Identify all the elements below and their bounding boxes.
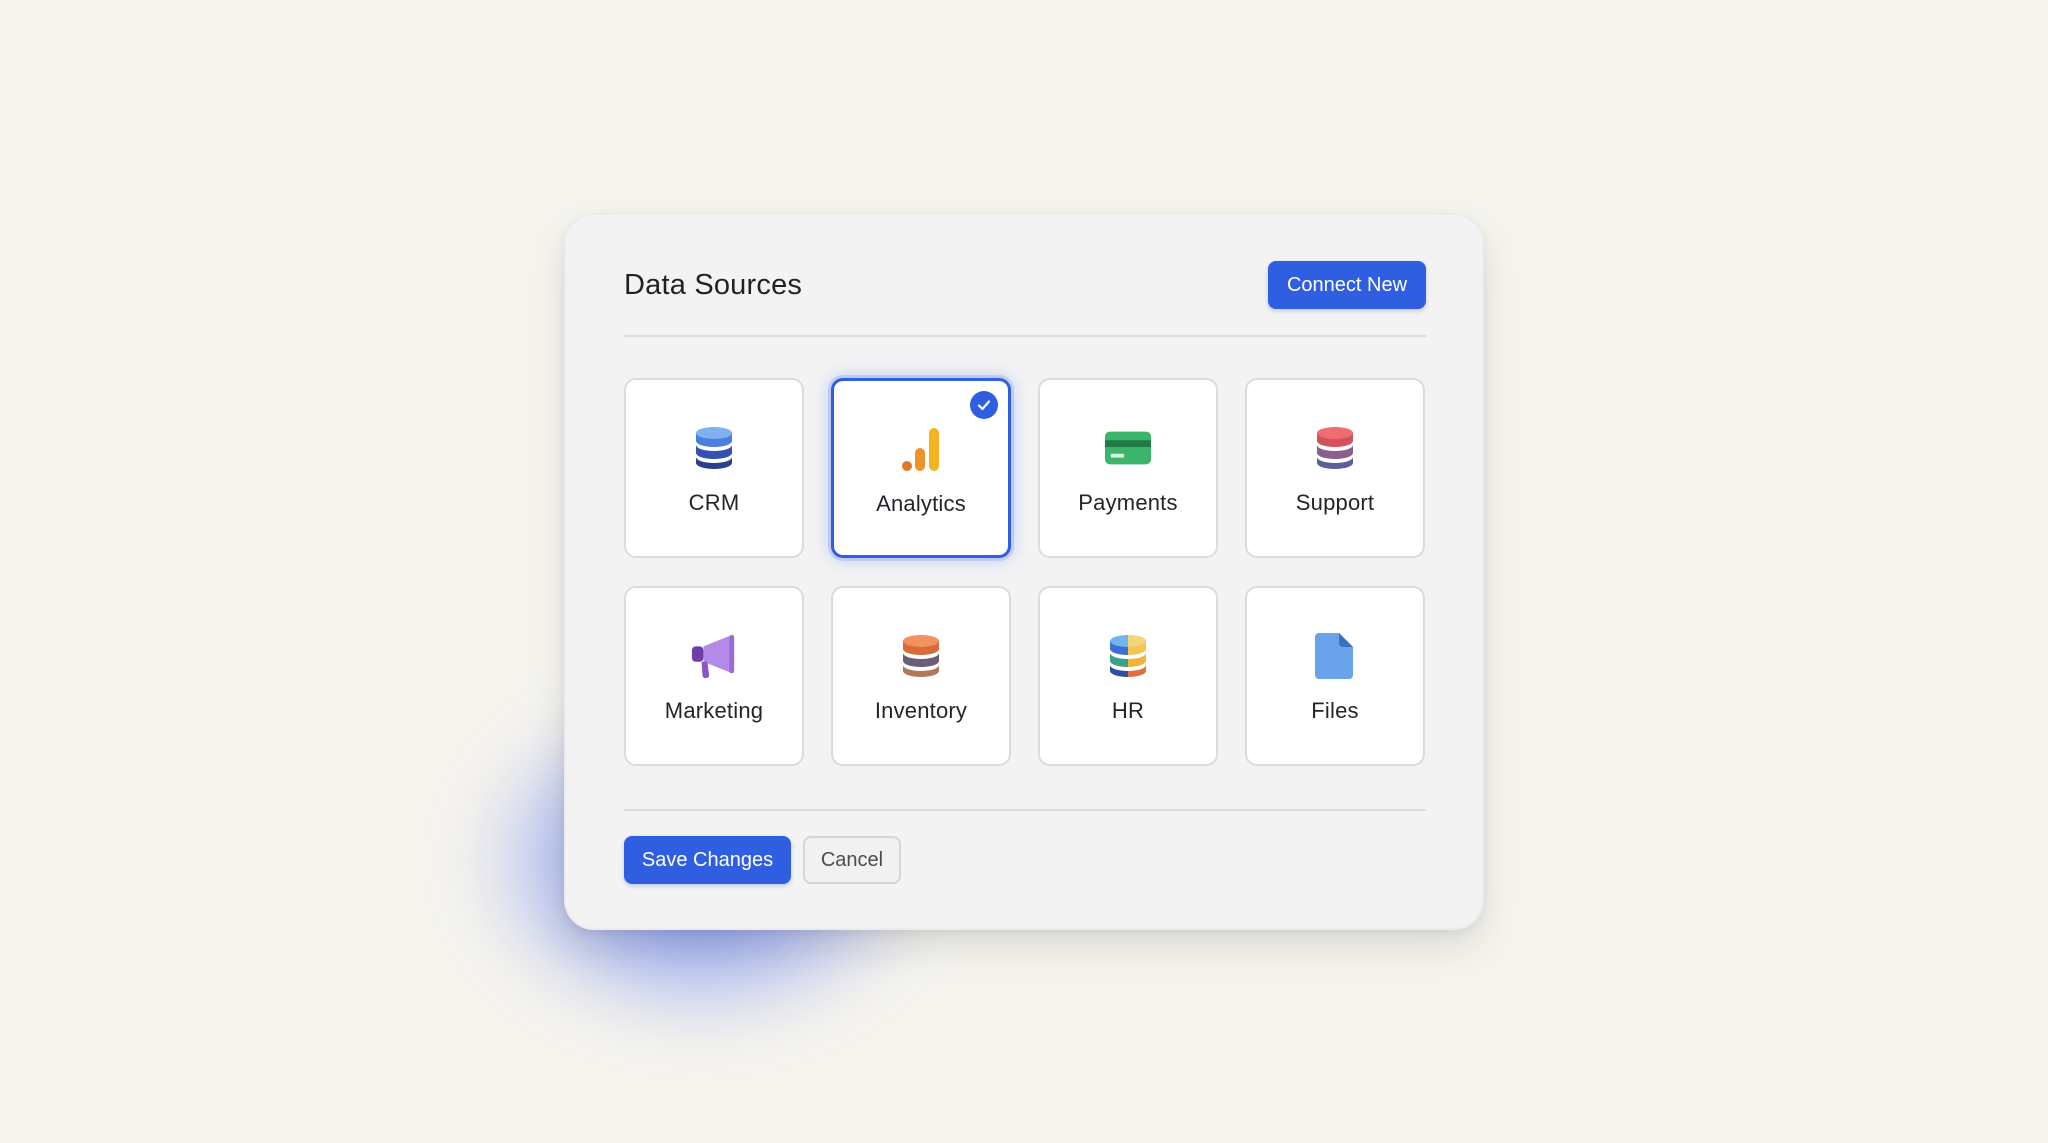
header-divider <box>624 335 1426 337</box>
dialog-title: Data Sources <box>624 269 803 301</box>
cancel-button[interactable]: Cancel <box>803 836 901 884</box>
source-label: Files <box>1311 698 1359 723</box>
footer-divider <box>624 809 1426 811</box>
check-icon <box>970 391 998 419</box>
credit-card-icon <box>1104 422 1152 474</box>
source-card-analytics[interactable]: Analytics <box>831 378 1011 558</box>
data-sources-dialog: Data Sources Connect New CRM Analytics P… <box>564 213 1484 930</box>
source-label: Marketing <box>664 698 764 723</box>
source-card-files[interactable]: Files <box>1245 586 1425 766</box>
source-label: CRM <box>688 490 740 515</box>
file-icon <box>1311 630 1359 682</box>
database-icon <box>1311 422 1359 474</box>
database-icon <box>690 422 738 474</box>
source-label: Inventory <box>874 698 968 723</box>
source-card-marketing[interactable]: Marketing <box>624 586 804 766</box>
source-grid: CRM Analytics Payments Support Marketing… <box>624 378 1428 766</box>
source-label: Support <box>1295 490 1375 515</box>
database-icon <box>1104 630 1152 682</box>
source-label: Payments <box>1078 490 1178 515</box>
source-card-payments[interactable]: Payments <box>1038 378 1218 558</box>
source-label: Analytics <box>876 491 966 516</box>
source-label: HR <box>1111 698 1145 723</box>
source-card-inventory[interactable]: Inventory <box>831 586 1011 766</box>
source-card-support[interactable]: Support <box>1245 378 1425 558</box>
save-changes-button[interactable]: Save Changes <box>624 836 791 884</box>
megaphone-icon <box>690 630 738 682</box>
source-card-crm[interactable]: CRM <box>624 378 804 558</box>
connect-new-button[interactable]: Connect New <box>1268 261 1426 309</box>
bar-chart-icon <box>897 423 945 475</box>
database-icon <box>897 630 945 682</box>
source-card-hr[interactable]: HR <box>1038 586 1218 766</box>
